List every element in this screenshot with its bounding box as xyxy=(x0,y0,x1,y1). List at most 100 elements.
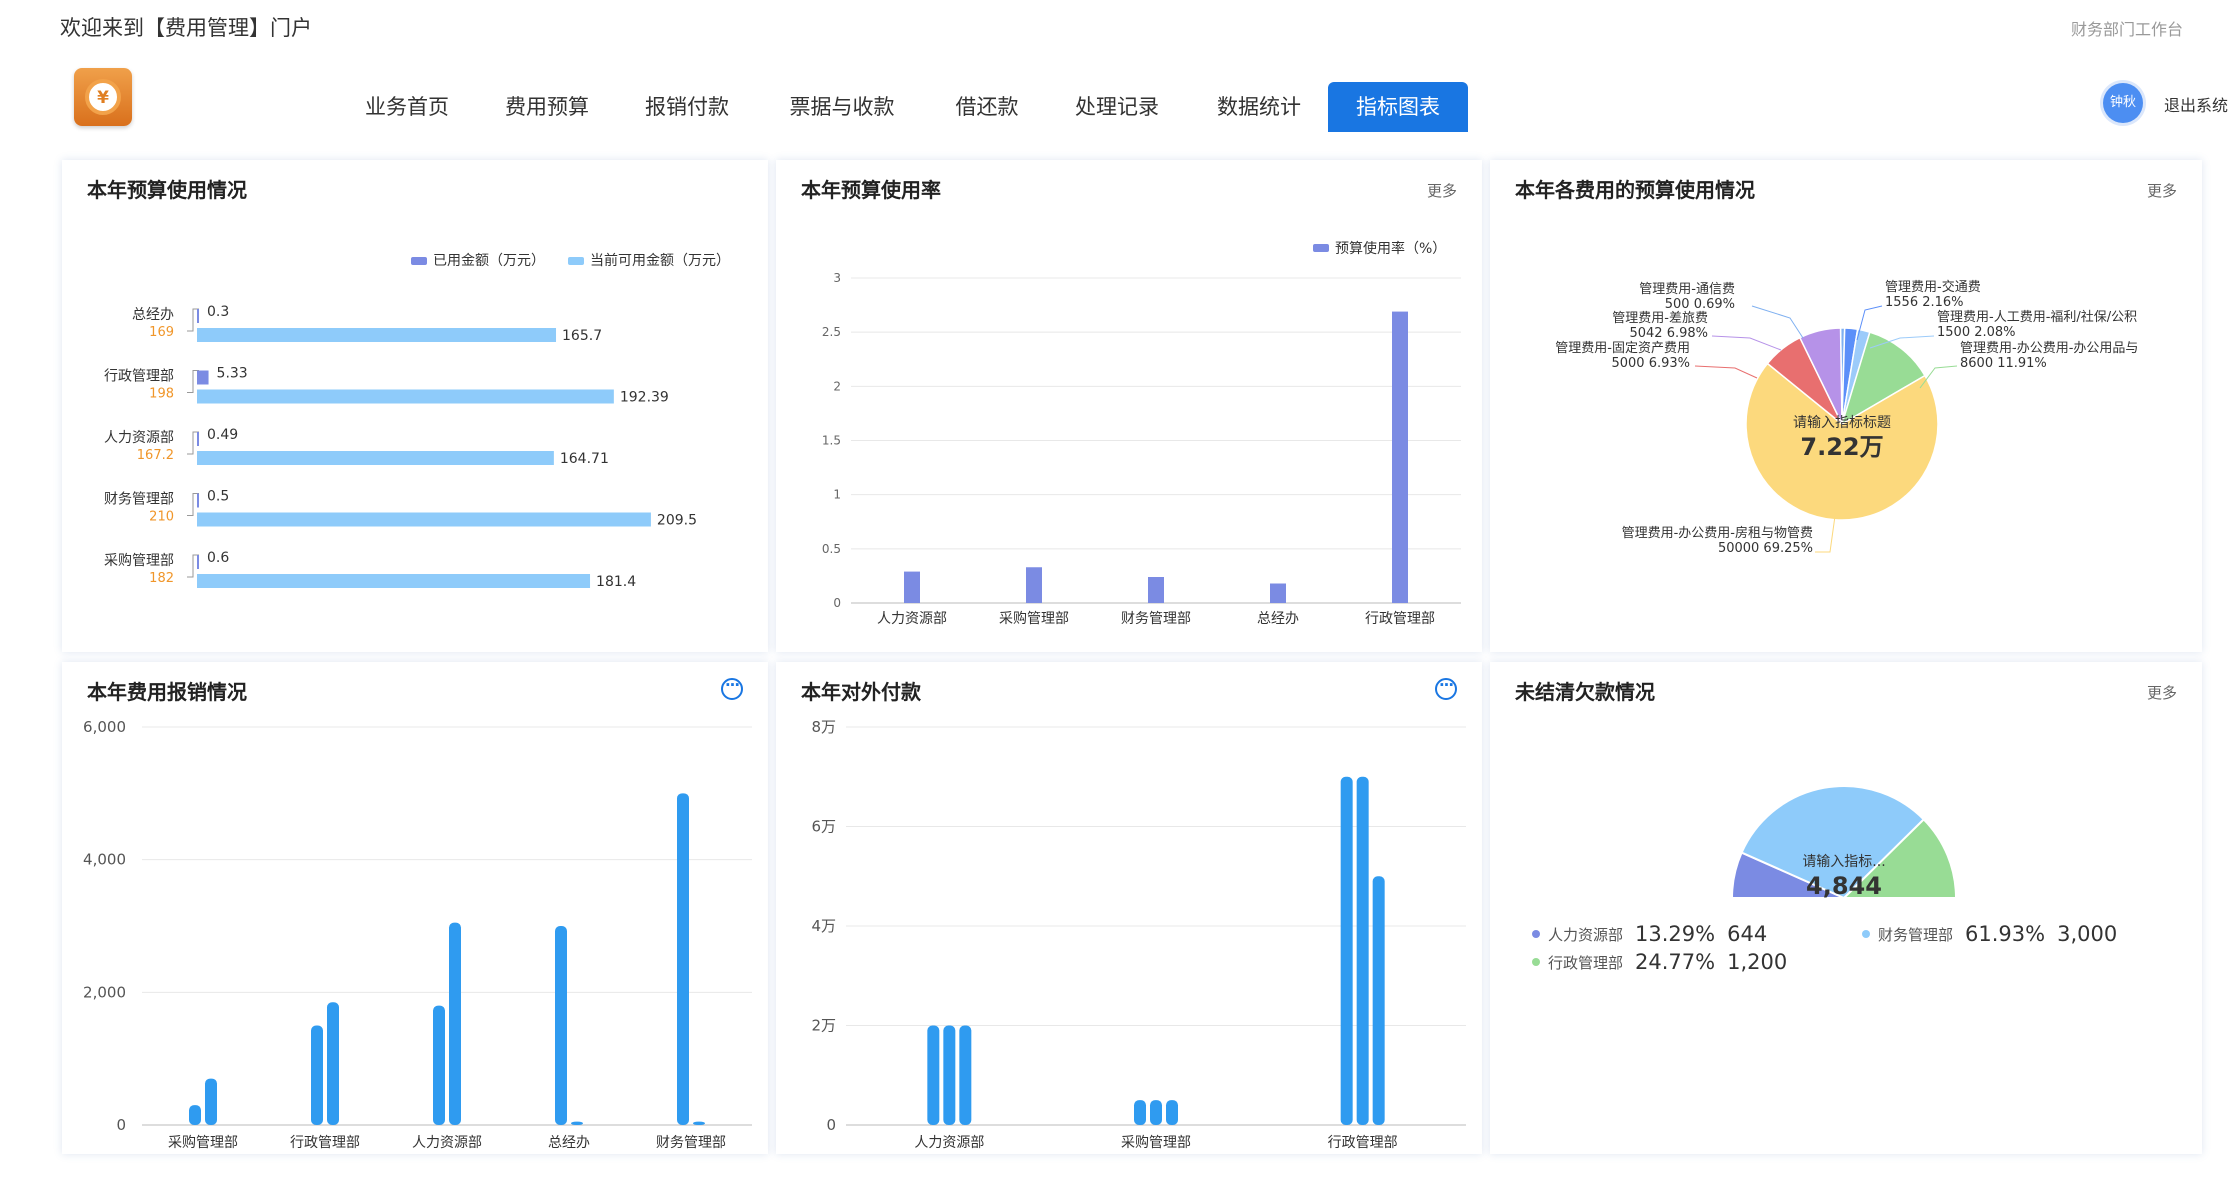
legend-name: 行政管理部 xyxy=(1548,953,1624,972)
nav-loan[interactable]: 借还款 xyxy=(932,82,1042,132)
y-tick-label: 0 xyxy=(116,1116,126,1134)
welcome-text: 欢迎来到【费用管理】门户 xyxy=(60,16,312,40)
nav-records[interactable]: 处理记录 xyxy=(1062,82,1172,132)
bar xyxy=(571,1121,583,1125)
bar xyxy=(311,1025,323,1125)
bar xyxy=(904,571,920,603)
legend-pct: 24.77% xyxy=(1635,950,1716,974)
bar-used xyxy=(197,493,199,508)
y-tick-label: 2.5 xyxy=(822,325,841,339)
legend-value: 644 xyxy=(1727,922,1768,946)
bar-used xyxy=(197,370,209,385)
category-total: 198 xyxy=(149,387,174,402)
bar-available xyxy=(197,574,591,588)
nav-statistics[interactable]: 数据统计 xyxy=(1204,82,1314,132)
legend-value: 3,000 xyxy=(2057,922,2118,946)
data-label: 209.5 xyxy=(657,513,697,529)
y-tick-label: 8万 xyxy=(811,718,836,736)
bar xyxy=(327,1002,339,1125)
slice-name: 管理费用-交通费 xyxy=(1885,279,1981,295)
legend-value: 1,200 xyxy=(1727,950,1788,974)
category-label: 财务管理部 xyxy=(104,492,174,508)
data-label: 0.5 xyxy=(207,489,229,505)
center-label: 请输入指标... xyxy=(1802,854,1885,870)
bar xyxy=(1340,776,1353,1125)
legend-dot-icon xyxy=(1862,930,1870,938)
bar-available xyxy=(197,389,614,404)
x-tick-label: 财务管理部 xyxy=(656,1135,726,1151)
y-tick-label: 0.5 xyxy=(822,542,841,556)
legend-name: 人力资源部 xyxy=(1548,925,1624,944)
nav-reimburse-pay[interactable]: 报销付款 xyxy=(632,82,742,132)
logout-link[interactable]: 退出系统 xyxy=(2164,92,2228,116)
category-total: 210 xyxy=(149,510,174,525)
nav-indicator-charts[interactable]: 指标图表 xyxy=(1328,82,1468,132)
bar-used xyxy=(197,432,199,446)
y-tick-label: 4,000 xyxy=(83,851,126,869)
debt-gauge-chart: 请输入指标... 4,844 xyxy=(1730,785,1958,900)
nav-invoice-receipt[interactable]: 票据与收款 xyxy=(777,82,907,132)
card-expense-pie: 本年各费用的预算使用情况 更多 请输入指标标题 7.22万 管理费用-通信费 500 … xyxy=(1490,160,2202,652)
budget-rate-chart: 预算使用率（%） 0 0.5 1 1.5 2 2.5 3 人力资源部 采购管理部 财务管理部 总经办 行… xyxy=(822,240,1461,627)
slice-value: 500 0.69% xyxy=(1665,297,1735,312)
x-tick-label: 采购管理部 xyxy=(1121,1135,1191,1151)
x-tick-label: 行政管理部 xyxy=(1365,611,1435,627)
y-tick-label: 6,000 xyxy=(83,718,126,736)
bar xyxy=(1150,1100,1162,1125)
data-label: 0.49 xyxy=(207,427,238,443)
legend-label: 当前可用金额（万元） xyxy=(590,252,730,269)
slice-value: 8600 11.91% xyxy=(1960,356,2047,371)
center-label: 请输入指标标题 xyxy=(1793,415,1891,431)
slice-value: 5042 6.98% xyxy=(1629,326,1708,341)
legend-name: 财务管理部 xyxy=(1878,925,1954,944)
nav-budget[interactable]: 费用预算 xyxy=(492,82,602,132)
x-tick-label: 采购管理部 xyxy=(168,1135,238,1151)
x-tick-label: 行政管理部 xyxy=(1328,1135,1398,1151)
x-tick-label: 人力资源部 xyxy=(412,1135,482,1151)
data-label: 192.39 xyxy=(620,390,669,406)
bar xyxy=(1372,876,1385,1125)
callout-line xyxy=(1751,305,1804,339)
y-tick-label: 2 xyxy=(833,379,841,393)
bar-used xyxy=(197,309,199,323)
bar xyxy=(189,1105,201,1125)
workbench-label: 财务部门工作台 xyxy=(2070,20,2183,39)
bar-available xyxy=(197,512,651,527)
bar xyxy=(1026,567,1042,603)
legend-pct: 13.29% xyxy=(1635,922,1716,946)
data-label: 0.6 xyxy=(207,550,229,566)
data-label: 165.7 xyxy=(562,328,602,344)
category-label: 人力资源部 xyxy=(104,430,174,446)
y-tick-label: 1 xyxy=(833,488,841,502)
category-total: 169 xyxy=(149,325,174,340)
nav-home[interactable]: 业务首页 xyxy=(352,82,462,132)
bar xyxy=(927,1025,940,1125)
bar xyxy=(693,1121,705,1125)
slice-name: 管理费用-办公费用-办公用品与 xyxy=(1960,341,2138,356)
legend-label: 已用金额（万元） xyxy=(433,253,545,269)
yen-coin-icon[interactable]: ¥ xyxy=(74,68,132,126)
slice-name: 管理费用-通信费 xyxy=(1639,282,1735,297)
data-label: 5.33 xyxy=(217,366,248,382)
avatar[interactable]: 钟秋 xyxy=(2103,83,2143,123)
card-reimburse: 本年费用报销情况 ··· 0 2,000 4,000 6,000 采购管理部 行政管理部人… xyxy=(62,662,768,1154)
bar xyxy=(1392,311,1408,603)
bar xyxy=(433,1005,445,1125)
y-tick-label: 0 xyxy=(826,1116,836,1134)
y-tick-label: 1.5 xyxy=(822,434,841,448)
data-label: 0.3 xyxy=(207,304,229,320)
reimburse-chart: 0 2,000 4,000 6,000 采购管理部 行政管理部 人力资源部 总经办 财务管理部 xyxy=(83,718,752,1151)
x-tick-label: 人力资源部 xyxy=(877,611,947,627)
category-total: 182 xyxy=(149,571,174,586)
legend-label: 预算使用率（%） xyxy=(1335,240,1446,257)
bar xyxy=(449,922,461,1125)
bar xyxy=(1356,776,1369,1125)
y-tick-label: 0 xyxy=(833,596,841,610)
bar xyxy=(555,926,567,1125)
x-tick-label: 人力资源部 xyxy=(914,1135,984,1151)
bar xyxy=(1270,583,1286,603)
slice-name: 管理费用-人工费用-福利/社保/公积 xyxy=(1937,309,2137,325)
legend-pct: 61.93% xyxy=(1965,922,2046,946)
x-tick-label: 总经办 xyxy=(1257,611,1299,627)
y-tick-label: 2,000 xyxy=(83,983,126,1001)
